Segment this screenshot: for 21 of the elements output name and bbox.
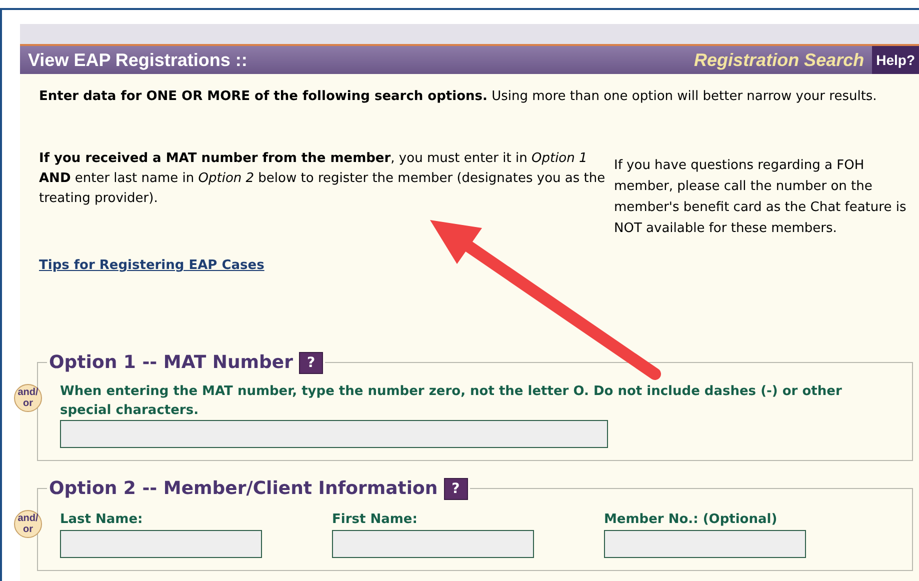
field-label: Member No.: (Optional) — [604, 511, 778, 529]
page-subtitle: Registration Search — [694, 48, 866, 72]
tips-link[interactable]: Tips for Registering EAP Cases — [39, 256, 264, 276]
and-or-badge: and/ or — [14, 510, 42, 538]
field-label: First Name: — [332, 511, 418, 529]
help-button[interactable]: Help? — [872, 46, 919, 74]
input-field[interactable] — [332, 530, 534, 558]
field-label: Last Name: — [60, 511, 144, 529]
foh-note: If you have questions regarding a FOH member, please call the number on the member's benefit card as the Chat feature is NOT available for these members. — [614, 157, 908, 238]
mat-instructions: If you received a MAT number from the member, you must enter it in Option 1 AND enter last name in Option 2 below to register the member (designates you as the treating provider). — [39, 150, 606, 208]
hint-text: When entering the MAT number, type the number zero, not the letter O. Do not include dashes (-) or other special characters. — [60, 383, 843, 420]
input-field[interactable] — [60, 530, 262, 558]
page-title: View EAP Registrations :: — [27, 48, 248, 72]
and-or-badge: and/ or — [14, 384, 42, 412]
input-field[interactable] — [60, 420, 608, 448]
input-field[interactable] — [604, 530, 806, 558]
intro-text: Enter data for ONE OR MORE of the following search options. Using more than one option will better narrow your results. — [39, 88, 878, 106]
option-title: Option 1 -- MAT Number — [49, 351, 294, 375]
help-button[interactable]: ? — [444, 478, 468, 500]
option-title: Option 2 -- Member/Client Information — [49, 477, 438, 501]
help-button[interactable]: ? — [299, 352, 324, 374]
